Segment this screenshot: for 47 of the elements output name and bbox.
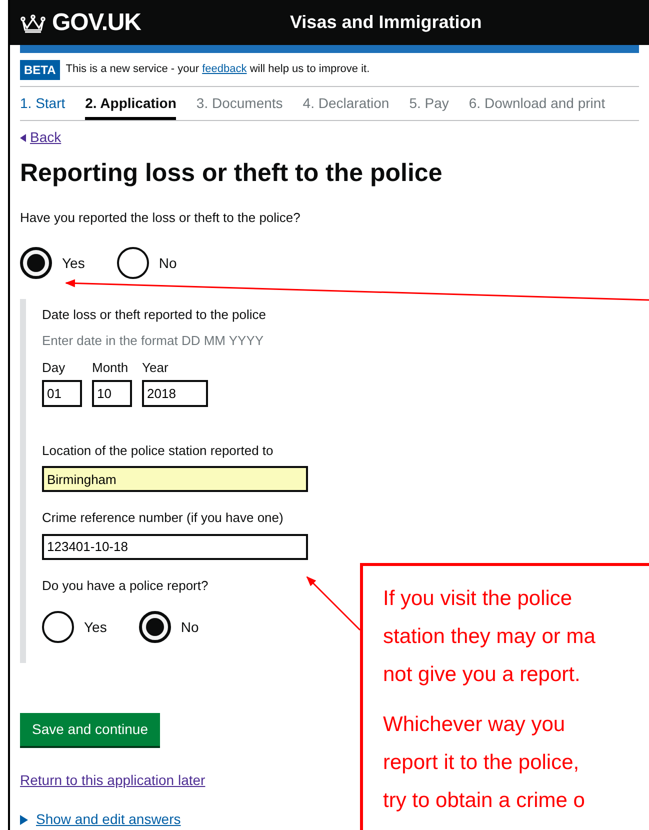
save-and-continue-button[interactable]: Save and continue bbox=[20, 713, 160, 746]
date-input[interactable]: 2018 bbox=[142, 380, 208, 406]
step-tab[interactable]: 3. Documents bbox=[196, 93, 283, 120]
radio-button[interactable] bbox=[138, 611, 171, 643]
left-triangle-icon bbox=[20, 134, 26, 142]
radio-label: Yes bbox=[84, 618, 107, 636]
callout-text: report it to the police, bbox=[383, 750, 580, 776]
callout-text: try to obtain a crime o bbox=[383, 788, 586, 814]
radio-label: Yes bbox=[62, 254, 85, 272]
return-later-link[interactable]: Return to this application later bbox=[20, 770, 206, 791]
callout-text: If you visit the police bbox=[383, 586, 574, 612]
beta-notice: This is a new service - your feedback will help us to improve it. bbox=[66, 62, 370, 78]
field-label: Location of the police station reported to bbox=[42, 442, 274, 460]
feedback-link[interactable]: feedback bbox=[202, 63, 247, 76]
radio-button[interactable] bbox=[20, 247, 52, 279]
date-input[interactable]: 10 bbox=[92, 380, 132, 406]
date-part-label: Year bbox=[142, 359, 170, 377]
step-tab[interactable]: 1. Start bbox=[20, 93, 66, 120]
callout-text: Whichever way you bbox=[383, 712, 566, 738]
radio-label: No bbox=[180, 618, 199, 636]
date-label: Date loss or theft reported to the police bbox=[42, 306, 266, 324]
step-tab[interactable]: 5. Pay bbox=[409, 93, 449, 120]
field-label: Crime reference number (if you have one) bbox=[42, 509, 284, 527]
crown-icon bbox=[20, 12, 46, 33]
radio-button[interactable] bbox=[42, 611, 74, 643]
callout-text: not give you a report. bbox=[383, 662, 582, 688]
step-tab[interactable]: 6. Download and print bbox=[468, 93, 606, 120]
right-triangle-icon bbox=[20, 814, 28, 824]
page-heading: Reporting loss or theft to the police bbox=[20, 158, 442, 190]
service-name: Visas and Immigration bbox=[290, 11, 482, 34]
date-part-label: Day bbox=[42, 359, 66, 377]
date-hint: Enter date in the format DD MM YYYY bbox=[42, 332, 264, 350]
step-tab[interactable]: 2. Application bbox=[85, 93, 176, 120]
radio-label: No bbox=[158, 254, 177, 272]
question-label: Have you reported the loss or theft to the police? bbox=[20, 208, 300, 227]
radio-button[interactable] bbox=[116, 247, 149, 279]
text-input[interactable]: 123401-10-18 bbox=[42, 534, 308, 560]
callout-text: station they may or ma bbox=[383, 624, 596, 650]
report-question: Do you have a police report? bbox=[42, 576, 208, 595]
show-answers-link[interactable]: Show and edit answers bbox=[20, 809, 181, 830]
date-part-label: Month bbox=[92, 359, 130, 377]
beta-tag: BETA bbox=[20, 60, 60, 80]
logo-text[interactable]: GOV.UK bbox=[52, 4, 141, 41]
text-input[interactable]: Birmingham bbox=[42, 466, 308, 492]
back-link[interactable]: Back bbox=[20, 127, 62, 148]
date-input[interactable]: 01 bbox=[42, 380, 82, 406]
step-tab[interactable]: 4. Declaration bbox=[302, 93, 390, 120]
